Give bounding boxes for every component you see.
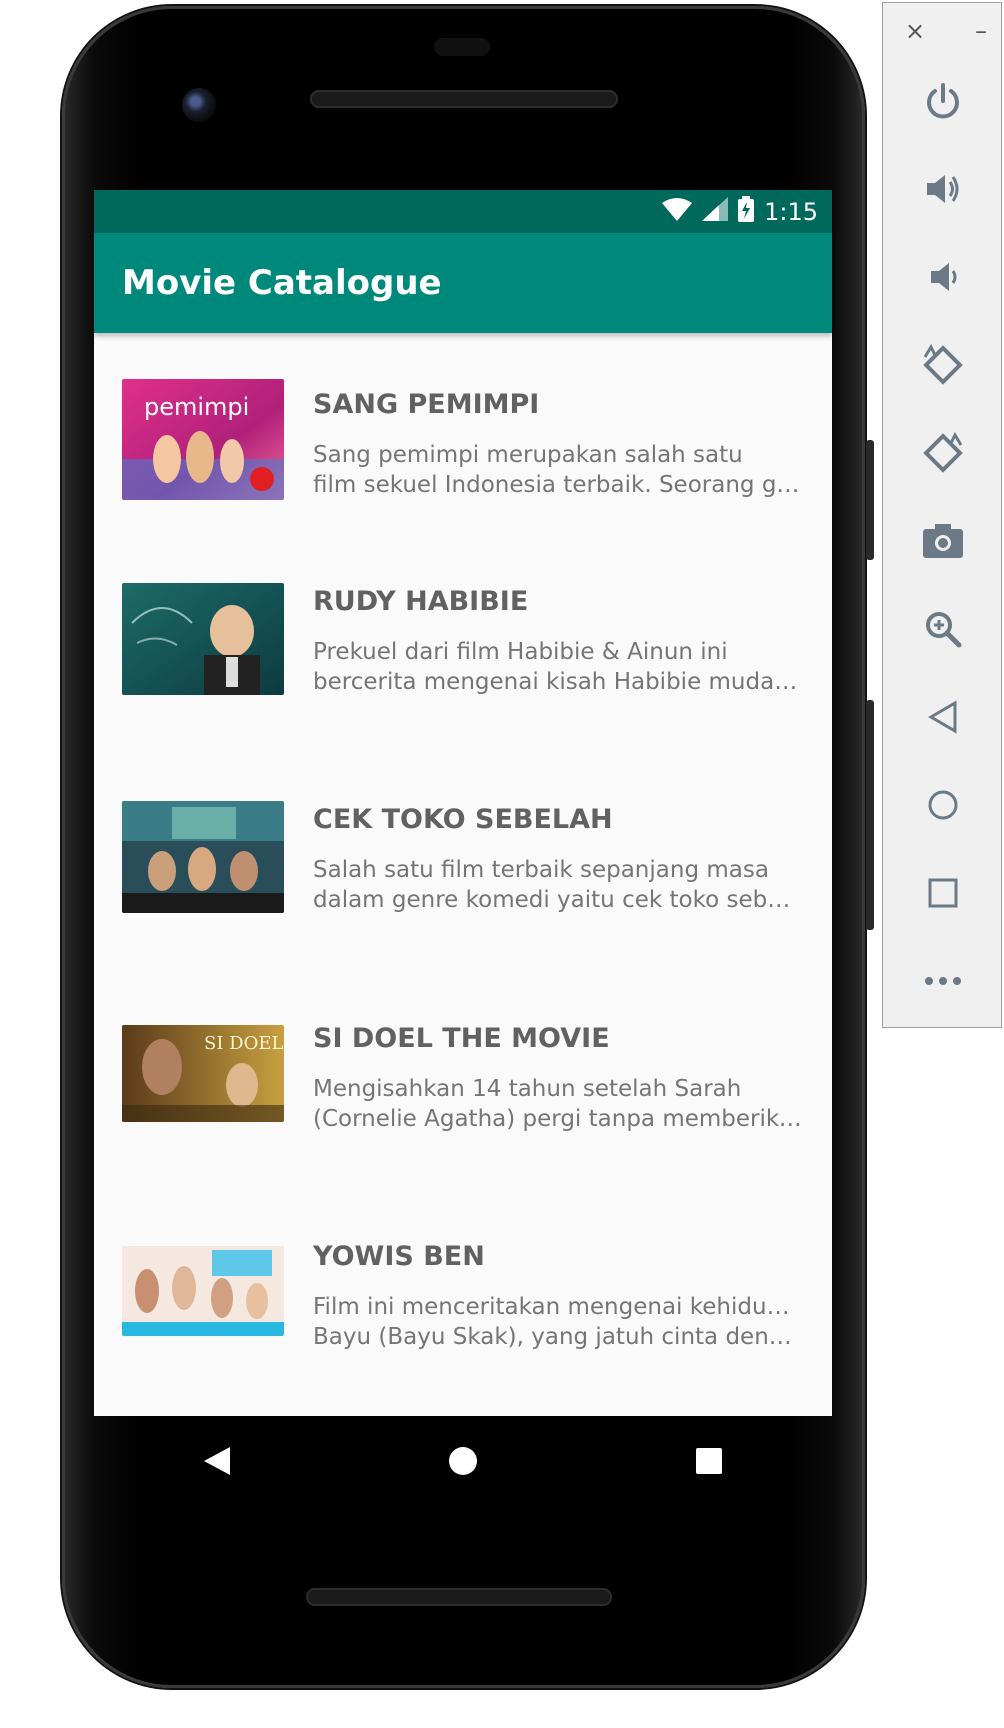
phone-side-button bbox=[866, 440, 874, 560]
camera-icon bbox=[923, 524, 963, 558]
movie-title: SANG PEMIMPI bbox=[313, 389, 540, 420]
emulator-overview-button[interactable] bbox=[883, 849, 1003, 937]
movie-title: RUDY HABIBIE bbox=[313, 585, 529, 617]
rotate-right-icon bbox=[923, 431, 963, 473]
minimize-button[interactable]: – bbox=[975, 17, 987, 57]
volume-up-icon bbox=[927, 175, 959, 203]
home-icon bbox=[928, 790, 958, 820]
list-item[interactable]: YOWIS BEN Film ini menceritakan mengenai… bbox=[94, 1213, 832, 1416]
movie-list[interactable]: pemimpi SANG PEMIMPI Sang pemimpi merupa… bbox=[94, 333, 832, 1416]
movie-title: SI DOEL THE MOVIE bbox=[313, 1022, 610, 1054]
wifi-icon bbox=[662, 197, 693, 227]
volume-down-icon bbox=[931, 263, 957, 291]
nav-back-button[interactable] bbox=[187, 1431, 247, 1491]
movie-poster: SI DOEL bbox=[122, 1024, 284, 1122]
movie-description: Sang pemimpi merupakan salah satu film s… bbox=[313, 442, 804, 498]
emulator-toolbar: × – bbox=[882, 2, 1002, 1028]
volume-down-button[interactable] bbox=[883, 233, 1003, 321]
movie-description: Film ini menceritakan mengenai kehidupan… bbox=[313, 1294, 804, 1350]
navigation-bar bbox=[94, 1416, 832, 1506]
power-icon bbox=[927, 83, 959, 119]
screenshot-button[interactable] bbox=[883, 497, 1003, 585]
list-item[interactable]: pemimpi SANG PEMIMPI Sang pemimpi merupa… bbox=[94, 339, 832, 558]
emulator-home-button[interactable] bbox=[883, 761, 1003, 849]
zoom-icon bbox=[926, 612, 962, 648]
phone-sensor bbox=[434, 38, 490, 56]
emulator-back-button[interactable] bbox=[883, 673, 1003, 761]
close-button[interactable]: × bbox=[905, 17, 925, 57]
svg-text:SI DOEL: SI DOEL bbox=[204, 1033, 283, 1054]
rotate-left-button[interactable] bbox=[883, 321, 1003, 409]
volume-up-button[interactable] bbox=[883, 145, 1003, 233]
svg-text:pemimpi: pemimpi bbox=[144, 393, 249, 421]
status-bar: 1:15 bbox=[94, 190, 832, 233]
nav-recents-button[interactable] bbox=[679, 1431, 739, 1491]
status-time: 1:15 bbox=[764, 197, 818, 226]
nav-home-button[interactable] bbox=[433, 1431, 493, 1491]
movie-title: CEK TOKO SEBELAH bbox=[313, 804, 613, 835]
zoom-button[interactable] bbox=[883, 585, 1003, 673]
rotate-left-icon bbox=[923, 343, 963, 385]
list-item[interactable]: RUDY HABIBIE Prekuel dari film Habibie &… bbox=[94, 558, 832, 777]
movie-poster bbox=[122, 801, 284, 913]
movie-title: YOWIS BEN bbox=[313, 1241, 485, 1272]
device-screen: 1:15 Movie Catalogue pemimpi SANG PEMIMP… bbox=[94, 190, 832, 1416]
movie-poster bbox=[122, 1246, 284, 1336]
app-bar: Movie Catalogue bbox=[94, 233, 832, 333]
rotate-right-button[interactable] bbox=[883, 409, 1003, 497]
front-camera bbox=[182, 88, 216, 122]
movie-description: Prekuel dari film Habibie & Ainun ini be… bbox=[313, 638, 804, 695]
movie-poster: pemimpi bbox=[122, 379, 284, 500]
power-button[interactable] bbox=[883, 57, 1003, 145]
more-button[interactable] bbox=[883, 937, 1003, 1025]
back-icon bbox=[204, 1447, 230, 1475]
movie-poster bbox=[122, 582, 284, 695]
movie-description: Mengisahkan 14 tahun setelah Sarah (Corn… bbox=[313, 1075, 804, 1132]
bottom-speaker bbox=[306, 1588, 612, 1606]
more-icon bbox=[925, 977, 961, 985]
list-item[interactable]: SI DOEL SI DOEL THE MOVIE Mengisahkan 14… bbox=[94, 995, 832, 1214]
movie-description: Salah satu film terbaik sepanjang masa d… bbox=[313, 857, 804, 913]
signal-icon bbox=[702, 196, 729, 227]
overview-icon bbox=[928, 878, 958, 908]
back-icon bbox=[928, 700, 957, 734]
home-icon bbox=[449, 1447, 477, 1475]
list-item[interactable]: CEK TOKO SEBELAH Salah satu film terbaik… bbox=[94, 776, 832, 995]
phone-volume-rocker bbox=[866, 700, 874, 930]
battery-charging-icon bbox=[738, 195, 755, 228]
app-title: Movie Catalogue bbox=[122, 263, 442, 303]
earpiece-speaker bbox=[310, 90, 618, 108]
recents-icon bbox=[696, 1448, 722, 1474]
